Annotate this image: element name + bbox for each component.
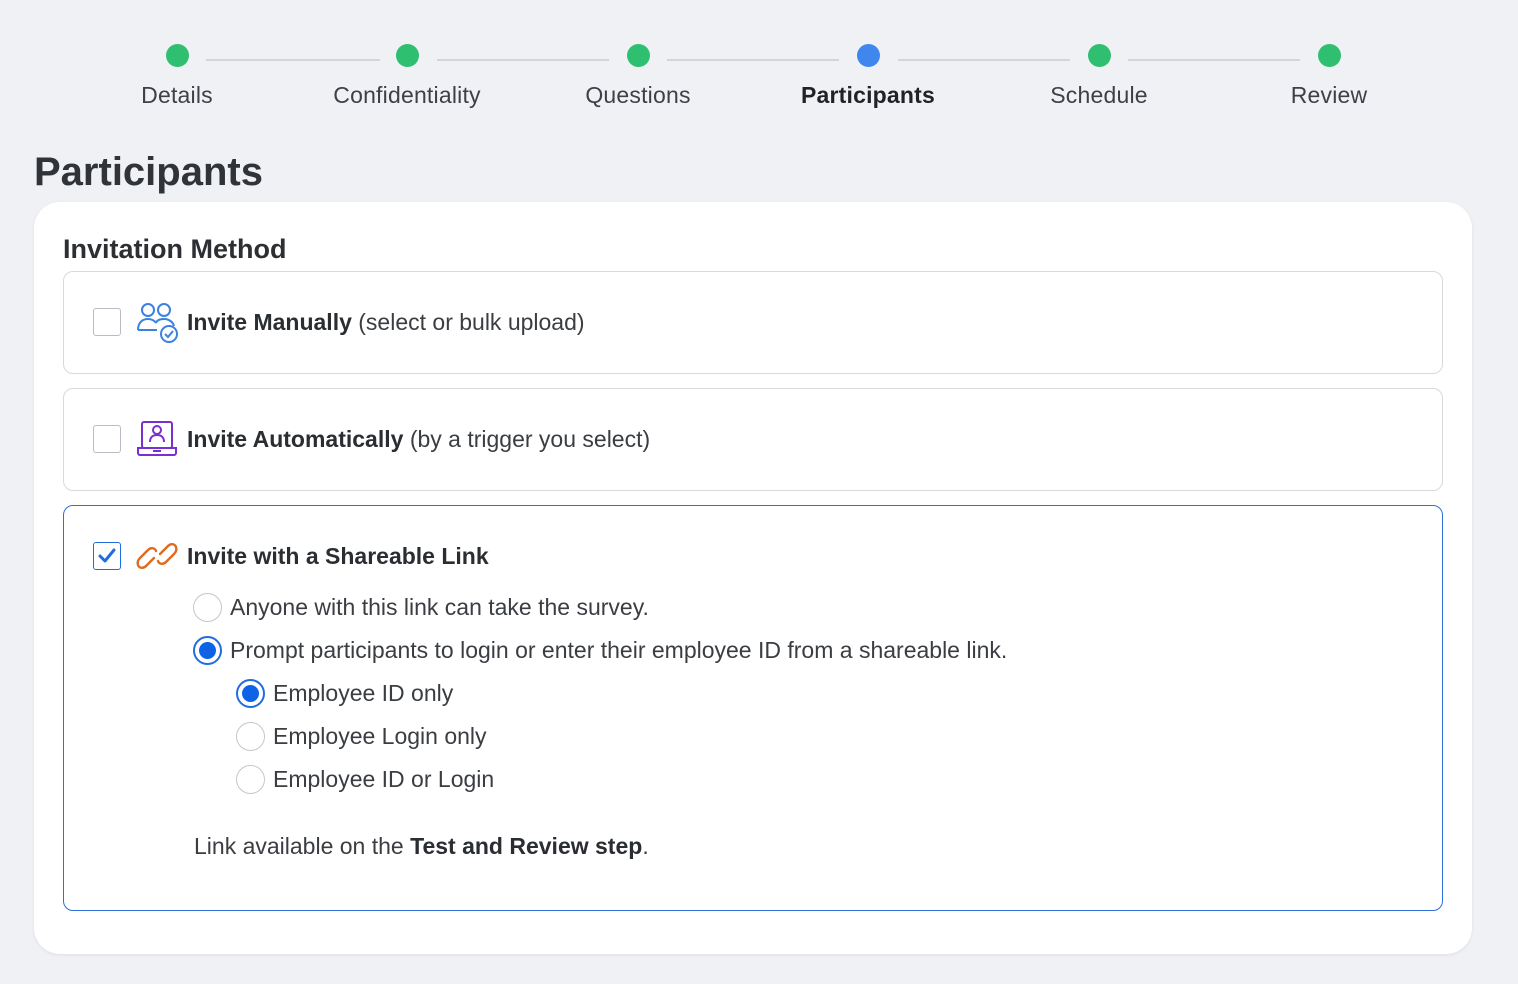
invite-link-label: Invite with a Shareable Link — [187, 543, 489, 570]
step-review[interactable]: Review — [1214, 40, 1444, 109]
laptop-user-icon — [135, 417, 179, 461]
step-active-dot — [856, 44, 880, 67]
option-title: Invite Automatically — [187, 425, 404, 452]
invite-shareable-link-option[interactable]: Invite with a Shareable Link Anyone with… — [63, 505, 1443, 911]
step-complete-dot — [395, 44, 419, 67]
radio-button[interactable] — [236, 764, 265, 794]
link-mode-anyone[interactable]: Anyone with this link can take the surve… — [193, 591, 649, 623]
invite-automatically-checkbox[interactable] — [93, 425, 121, 453]
section-title: Invitation Method — [63, 234, 287, 264]
step-label: Schedule — [1050, 82, 1148, 108]
radio-label: Anyone with this link can take the surve… — [230, 593, 649, 620]
option-title: Invite with a Shareable Link — [187, 542, 489, 569]
step-label: Participants — [800, 82, 936, 108]
step-questions[interactable]: Questions — [523, 40, 753, 109]
step-label: Details — [141, 82, 213, 108]
radio-button[interactable] — [193, 592, 222, 622]
radio-button[interactable] — [236, 678, 265, 708]
radio-button[interactable] — [236, 721, 265, 751]
checkmark-icon — [98, 548, 116, 563]
radio-button[interactable] — [193, 635, 222, 665]
radio-label: Employee ID only — [273, 679, 454, 706]
step-complete-dot — [626, 44, 650, 67]
step-confidentiality[interactable]: Confidentiality — [292, 40, 522, 109]
id-mode-employee-login[interactable]: Employee Login only — [236, 720, 487, 752]
note-suffix: . — [642, 833, 649, 859]
people-check-icon — [135, 300, 179, 344]
id-mode-employee-id[interactable]: Employee ID only — [236, 677, 453, 709]
option-hint: (by a trigger you select) — [409, 425, 651, 452]
step-complete-dot — [165, 44, 189, 67]
link-mode-prompt[interactable]: Prompt participants to login or enter th… — [193, 634, 1007, 666]
radio-label: Employee Login only — [273, 722, 487, 749]
option-hint: (select or bulk upload) — [358, 308, 585, 335]
invitation-card: Invitation Method Invite Manually (selec… — [34, 202, 1472, 954]
step-participants[interactable]: Participants — [753, 40, 983, 109]
option-title: Invite Manually — [187, 308, 352, 335]
id-mode-id-or-login[interactable]: Employee ID or Login — [236, 763, 494, 795]
page-title: Participants — [34, 150, 263, 194]
progress-stepper: Details Confidentiality Questions Partic… — [0, 40, 1518, 120]
step-details[interactable]: Details — [62, 40, 292, 109]
invite-automatically-option[interactable]: Invite Automatically (by a trigger you s… — [63, 388, 1443, 491]
link-icon — [135, 534, 179, 578]
invite-manually-option[interactable]: Invite Manually (select or bulk upload) — [63, 271, 1443, 374]
step-schedule[interactable]: Schedule — [984, 40, 1214, 109]
note-prefix: Link available on the — [194, 833, 411, 859]
radio-label: Prompt participants to login or enter th… — [230, 636, 1008, 663]
radio-label: Employee ID or Login — [273, 765, 495, 792]
step-label: Confidentiality — [333, 82, 481, 108]
note-step-name: Test and Review step — [410, 833, 643, 859]
invite-automatically-label: Invite Automatically (by a trigger you s… — [187, 426, 650, 453]
step-label: Review — [1290, 82, 1368, 108]
step-complete-dot — [1317, 44, 1341, 67]
invite-link-checkbox[interactable] — [93, 542, 121, 570]
invite-manually-checkbox[interactable] — [93, 308, 121, 336]
invite-manually-label: Invite Manually (select or bulk upload) — [187, 309, 585, 336]
link-availability-note: Link available on the Test and Review st… — [194, 833, 649, 860]
step-label: Questions — [585, 82, 691, 108]
step-complete-dot — [1087, 44, 1111, 67]
